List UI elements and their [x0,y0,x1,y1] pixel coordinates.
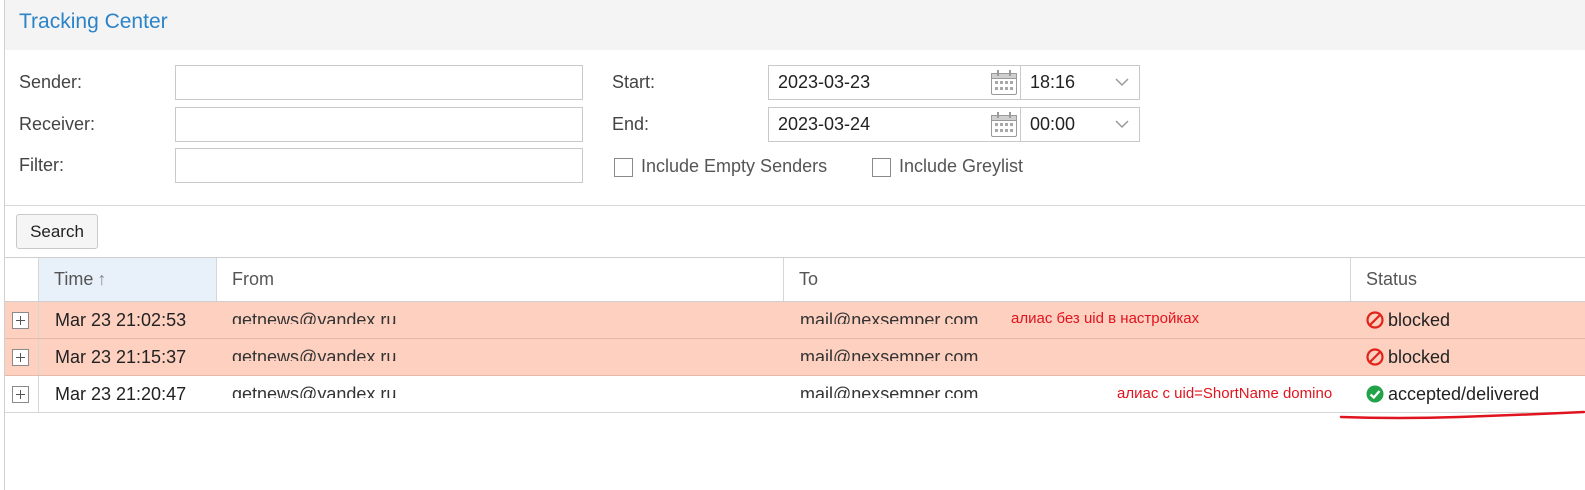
start-label: Start: [612,72,656,92]
column-header-time-label: Time [54,269,94,289]
cell-time: Mar 23 21:15:37 [55,347,187,367]
include-empty-senders-checkbox[interactable] [614,158,633,177]
cell-time: Mar 23 21:02:53 [55,310,187,330]
annotation-underline [1339,410,1585,420]
start-time-select[interactable]: 18:16 [1021,65,1140,100]
page-title: Tracking Center [19,10,168,33]
start-date-value: 2023-03-23 [778,72,871,92]
start-time-value: 18:16 [1030,72,1076,92]
blocked-icon [1366,311,1384,329]
column-header-time[interactable]: Time ↑ [39,258,217,301]
end-label: End: [612,114,650,134]
cell-to: mail@nexsemper.com [800,347,979,361]
cell-to: mail@nexsemper.com [800,310,979,324]
panel-header: Tracking Center [5,0,1585,50]
sort-ascending-icon: ↑ [97,269,107,289]
cell-status: blocked [1388,310,1451,330]
row-expander-cell [5,302,39,338]
chevron-down-icon[interactable] [1115,117,1129,131]
column-header-status[interactable]: Status [1351,258,1585,301]
sender-input[interactable] [175,65,583,100]
sender-label: Sender: [19,72,83,92]
cell-from: getnews@yandex.ru [232,347,397,361]
blocked-icon [1366,348,1384,366]
filter-input[interactable] [175,148,583,183]
start-date-field[interactable]: 2023-03-23 [768,65,1021,100]
end-date-field[interactable]: 2023-03-24 [768,107,1021,142]
expand-plus-icon[interactable] [12,312,29,329]
row-expander-cell [5,376,39,412]
row-expander-cell [5,339,39,375]
column-header-to[interactable]: To [784,258,1351,301]
include-greylist-label[interactable]: Include Greylist [899,156,1023,177]
table-row[interactable]: Mar 23 21:02:53 getnews@yandex.ru mail@n… [5,302,1585,339]
calendar-icon[interactable] [990,69,1018,96]
cell-from: getnews@yandex.ru [232,310,397,324]
receiver-label: Receiver: [19,114,96,134]
tracking-center-panel: Tracking Center Sender: Receiver: Filter… [4,0,1585,490]
expand-plus-icon[interactable] [12,349,29,366]
check-circle-icon [1366,385,1384,403]
chevron-down-icon[interactable] [1115,75,1129,89]
cell-from: getnews@yandex.ru [232,384,397,398]
calendar-icon[interactable] [990,111,1018,138]
end-time-value: 00:00 [1030,114,1076,134]
include-empty-senders-label[interactable]: Include Empty Senders [641,156,827,177]
form-divider [5,205,1585,206]
expander-column-header [5,258,39,301]
expand-plus-icon[interactable] [12,386,29,403]
grid-header: Time ↑ From To Status [5,257,1585,302]
cell-status: blocked [1388,347,1451,367]
cell-time: Mar 23 21:20:47 [55,384,187,404]
annotation-note: алиас без uid в настройках [1011,310,1200,327]
column-header-from[interactable]: From [217,258,784,301]
cell-to: mail@nexsemper.com [800,384,979,398]
receiver-input[interactable] [175,107,583,142]
include-greylist-checkbox[interactable] [872,158,891,177]
table-row[interactable]: Mar 23 21:15:37 getnews@yandex.ru mail@n… [5,339,1585,376]
filter-label: Filter: [19,155,64,175]
annotation-note: алиас с uid=ShortName domino [1117,385,1333,402]
end-time-select[interactable]: 00:00 [1021,107,1140,142]
search-button[interactable]: Search [16,214,98,249]
end-date-value: 2023-03-24 [778,114,871,134]
